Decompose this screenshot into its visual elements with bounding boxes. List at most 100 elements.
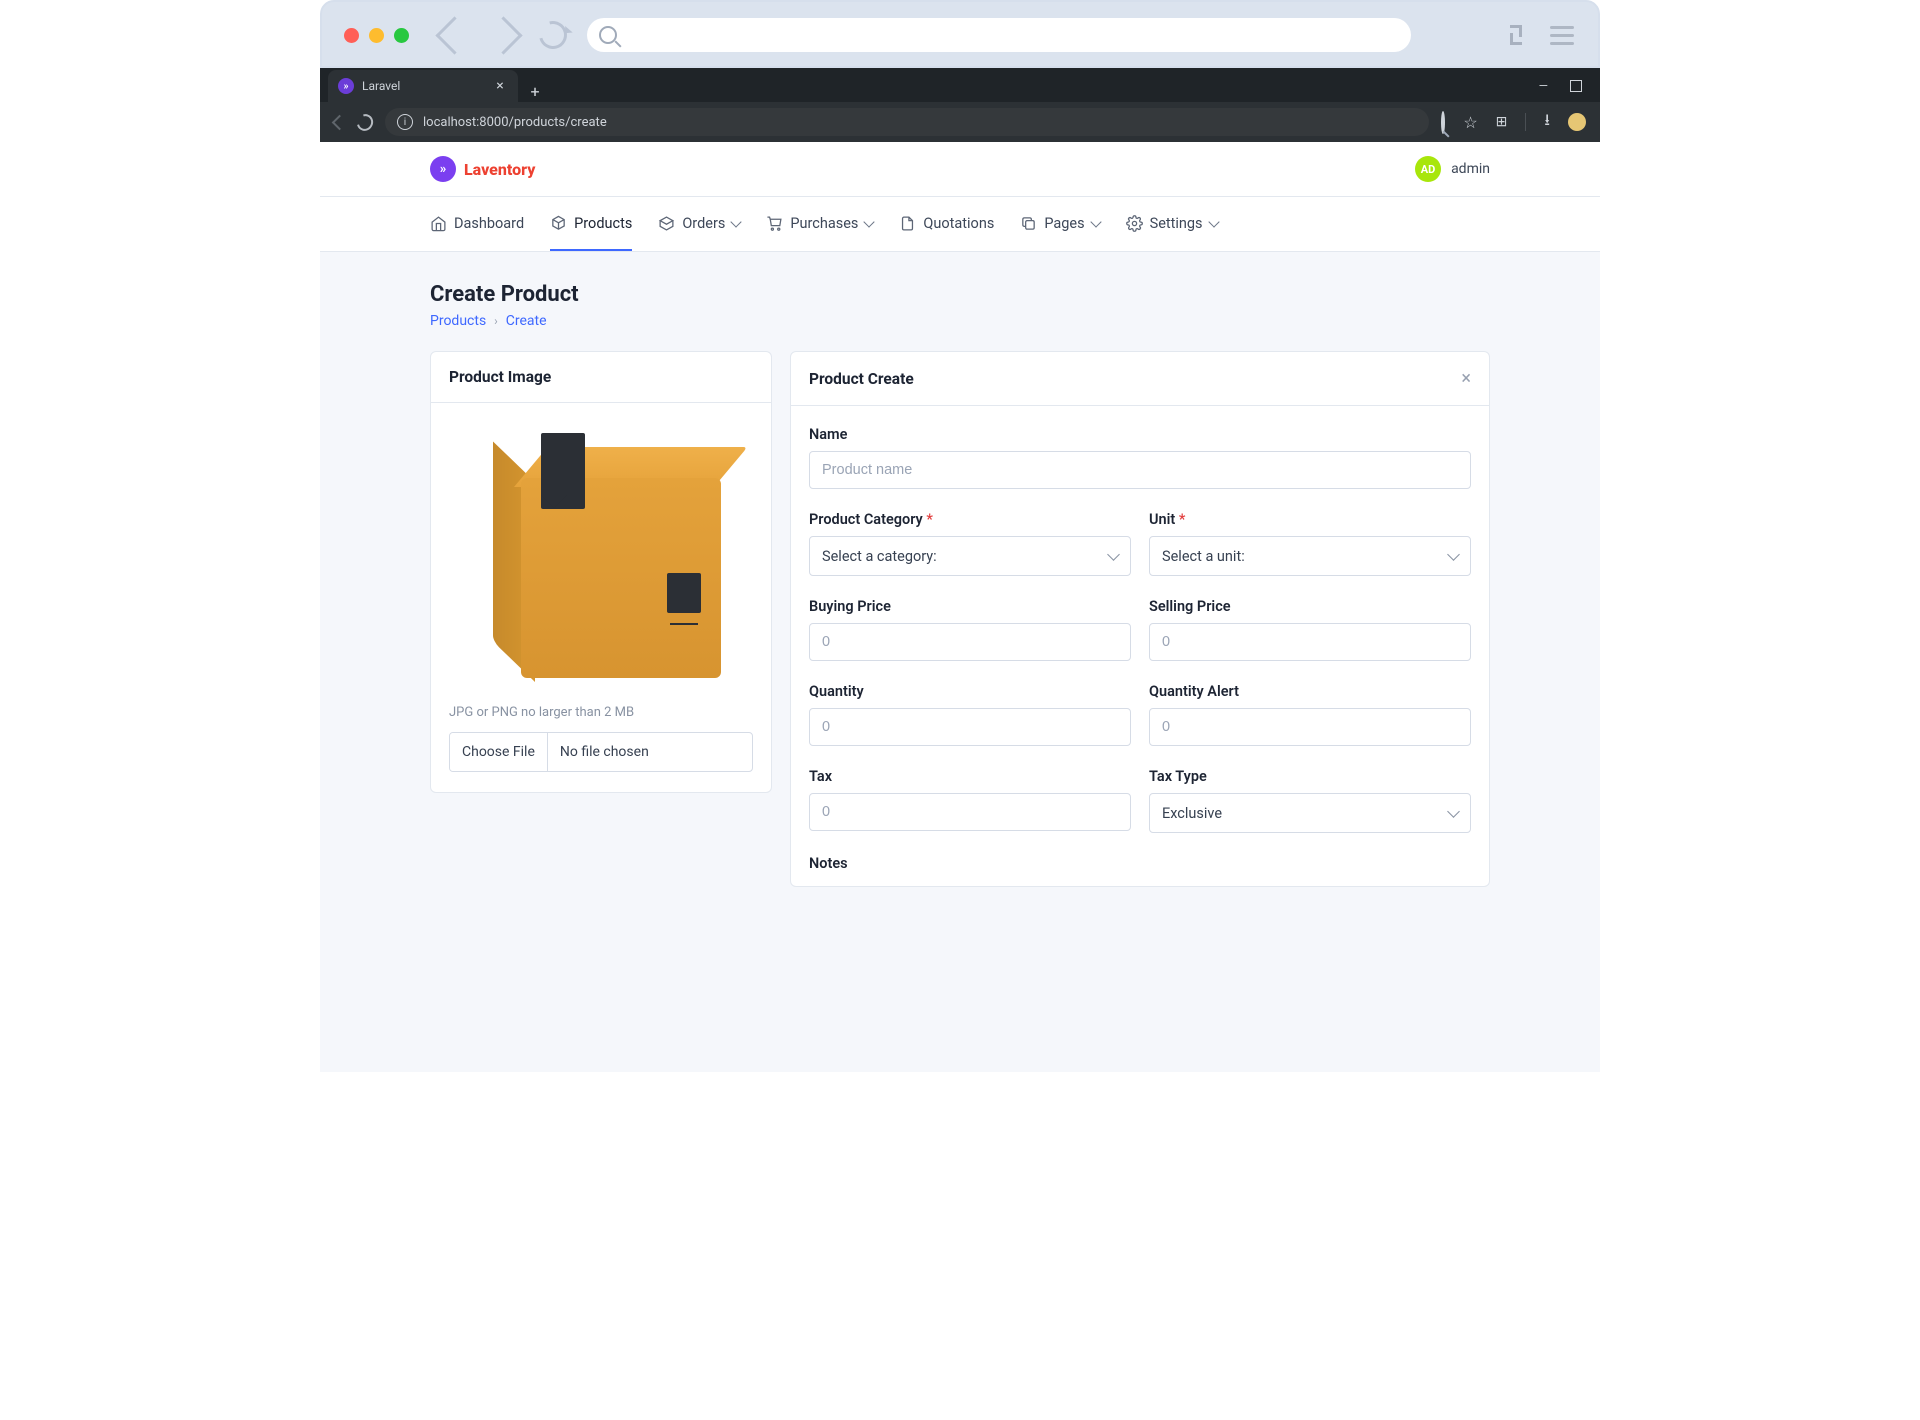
select-value: Exclusive <box>1162 805 1222 822</box>
address-bar[interactable]: i localhost:8000/products/create <box>385 108 1429 136</box>
breadcrumb-separator-icon: › <box>494 314 498 328</box>
outer-reload-icon[interactable] <box>534 16 572 54</box>
outer-forward-icon[interactable] <box>484 16 522 54</box>
user-name-label: admin <box>1451 161 1490 177</box>
outer-search-input[interactable] <box>587 18 1411 52</box>
profile-avatar-icon[interactable] <box>1568 113 1586 131</box>
selling-price-input[interactable] <box>1149 623 1471 661</box>
search-icon <box>599 26 617 44</box>
browser-back-icon[interactable] <box>334 117 345 128</box>
cart-icon <box>766 215 783 232</box>
category-label: Product Category * <box>809 511 1131 528</box>
close-window-button[interactable] <box>344 28 359 43</box>
unit-label: Unit * <box>1149 511 1471 528</box>
site-info-icon[interactable]: i <box>397 114 413 130</box>
image-hint-text: JPG or PNG no larger than 2 MB <box>449 705 753 720</box>
outer-back-icon[interactable] <box>435 16 473 54</box>
user-menu[interactable]: AD admin <box>1415 156 1490 182</box>
nav-label: Settings <box>1150 215 1203 232</box>
nav-label: Pages <box>1044 215 1084 232</box>
browser-tab[interactable]: » Laravel × <box>328 70 518 102</box>
close-tab-icon[interactable]: × <box>492 78 508 94</box>
select-value: Select a category: <box>822 548 937 565</box>
nav-orders[interactable]: Orders <box>658 197 740 251</box>
breadcrumb: Products › Create <box>430 313 1490 329</box>
chevron-down-icon <box>731 216 742 227</box>
box-icon <box>658 215 675 232</box>
name-label: Name <box>809 426 1471 443</box>
select-value: Select a unit: <box>1162 548 1245 565</box>
outer-menu-icon[interactable] <box>1550 26 1574 45</box>
nav-quotations[interactable]: Quotations <box>899 197 994 251</box>
nav-settings[interactable]: Settings <box>1126 197 1218 251</box>
app-header: » Laventory AD admin <box>320 142 1600 197</box>
browser-reload-icon[interactable] <box>357 114 373 130</box>
product-image-card: Product Image JPG or PNG no larger than … <box>430 351 772 793</box>
nav-purchases[interactable]: Purchases <box>766 197 873 251</box>
divider <box>1525 113 1526 131</box>
app-logo[interactable]: » Laventory <box>430 156 535 182</box>
quantity-alert-input[interactable] <box>1149 708 1471 746</box>
home-icon <box>430 215 447 232</box>
favicon-icon: » <box>338 78 354 94</box>
maximize-window-button[interactable] <box>394 28 409 43</box>
card-title: Product Image <box>449 368 551 386</box>
nav-dashboard[interactable]: Dashboard <box>430 197 524 251</box>
chevron-down-icon <box>1090 216 1101 227</box>
quantity-alert-label: Quantity Alert <box>1149 683 1471 700</box>
file-name-label: No file chosen <box>548 733 661 771</box>
notes-label: Notes <box>809 855 1471 872</box>
bookmark-star-icon[interactable]: ☆ <box>1463 113 1477 132</box>
chevron-down-icon <box>1447 805 1460 818</box>
nav-label: Orders <box>682 215 725 232</box>
chevron-down-icon <box>1447 548 1460 561</box>
main-nav: Dashboard Products Orders Purchases Quot… <box>320 197 1600 252</box>
chevron-down-icon <box>1107 548 1120 561</box>
chevron-down-icon <box>1208 216 1219 227</box>
inner-browser: » Laravel × + — i localhost:8000/product… <box>320 68 1600 142</box>
product-create-card: Product Create × Name Product Category * <box>790 351 1490 887</box>
nav-label: Quotations <box>923 215 994 232</box>
extensions-icon[interactable]: ⊞ <box>1496 114 1508 130</box>
buying-price-input[interactable] <box>809 623 1131 661</box>
close-card-icon[interactable]: × <box>1461 368 1471 389</box>
brand-name: Laventory <box>464 160 535 179</box>
download-icon[interactable]: ⭳ <box>1544 109 1550 136</box>
quantity-input[interactable] <box>809 708 1131 746</box>
window-minimize-icon[interactable]: — <box>1539 79 1548 93</box>
breadcrumb-current[interactable]: Create <box>506 313 547 329</box>
name-input[interactable] <box>809 451 1471 489</box>
tax-label: Tax <box>809 768 1131 785</box>
product-image-placeholder <box>471 433 731 693</box>
window-traffic-lights <box>336 28 409 43</box>
minimize-window-button[interactable] <box>369 28 384 43</box>
new-tab-button[interactable]: + <box>524 80 546 102</box>
packages-icon <box>550 215 567 232</box>
quantity-label: Quantity <box>809 683 1131 700</box>
nav-label: Products <box>574 215 632 232</box>
card-title: Product Create <box>809 370 914 388</box>
nav-products[interactable]: Products <box>550 197 632 251</box>
tax-type-label: Tax Type <box>1149 768 1471 785</box>
category-select[interactable]: Select a category: <box>809 536 1131 576</box>
unit-select[interactable]: Select a unit: <box>1149 536 1471 576</box>
file-icon <box>899 215 916 232</box>
url-text: localhost:8000/products/create <box>423 115 607 130</box>
chevron-down-icon <box>864 216 875 227</box>
nav-label: Purchases <box>790 215 858 232</box>
logo-icon: » <box>430 156 456 182</box>
user-avatar-icon: AD <box>1415 156 1441 182</box>
buying-price-label: Buying Price <box>809 598 1131 615</box>
outer-browser-chrome <box>320 0 1600 68</box>
selling-price-label: Selling Price <box>1149 598 1471 615</box>
zoom-search-icon[interactable] <box>1441 113 1445 132</box>
breadcrumb-root[interactable]: Products <box>430 313 486 329</box>
nav-pages[interactable]: Pages <box>1020 197 1099 251</box>
file-input[interactable]: Choose File No file chosen <box>449 732 753 772</box>
tax-input[interactable] <box>809 793 1131 831</box>
window-maximize-icon[interactable] <box>1570 80 1582 92</box>
choose-file-button[interactable]: Choose File <box>450 733 548 771</box>
page-title: Create Product <box>430 282 1490 307</box>
fullscreen-icon[interactable] <box>1510 25 1530 45</box>
tax-type-select[interactable]: Exclusive <box>1149 793 1471 833</box>
